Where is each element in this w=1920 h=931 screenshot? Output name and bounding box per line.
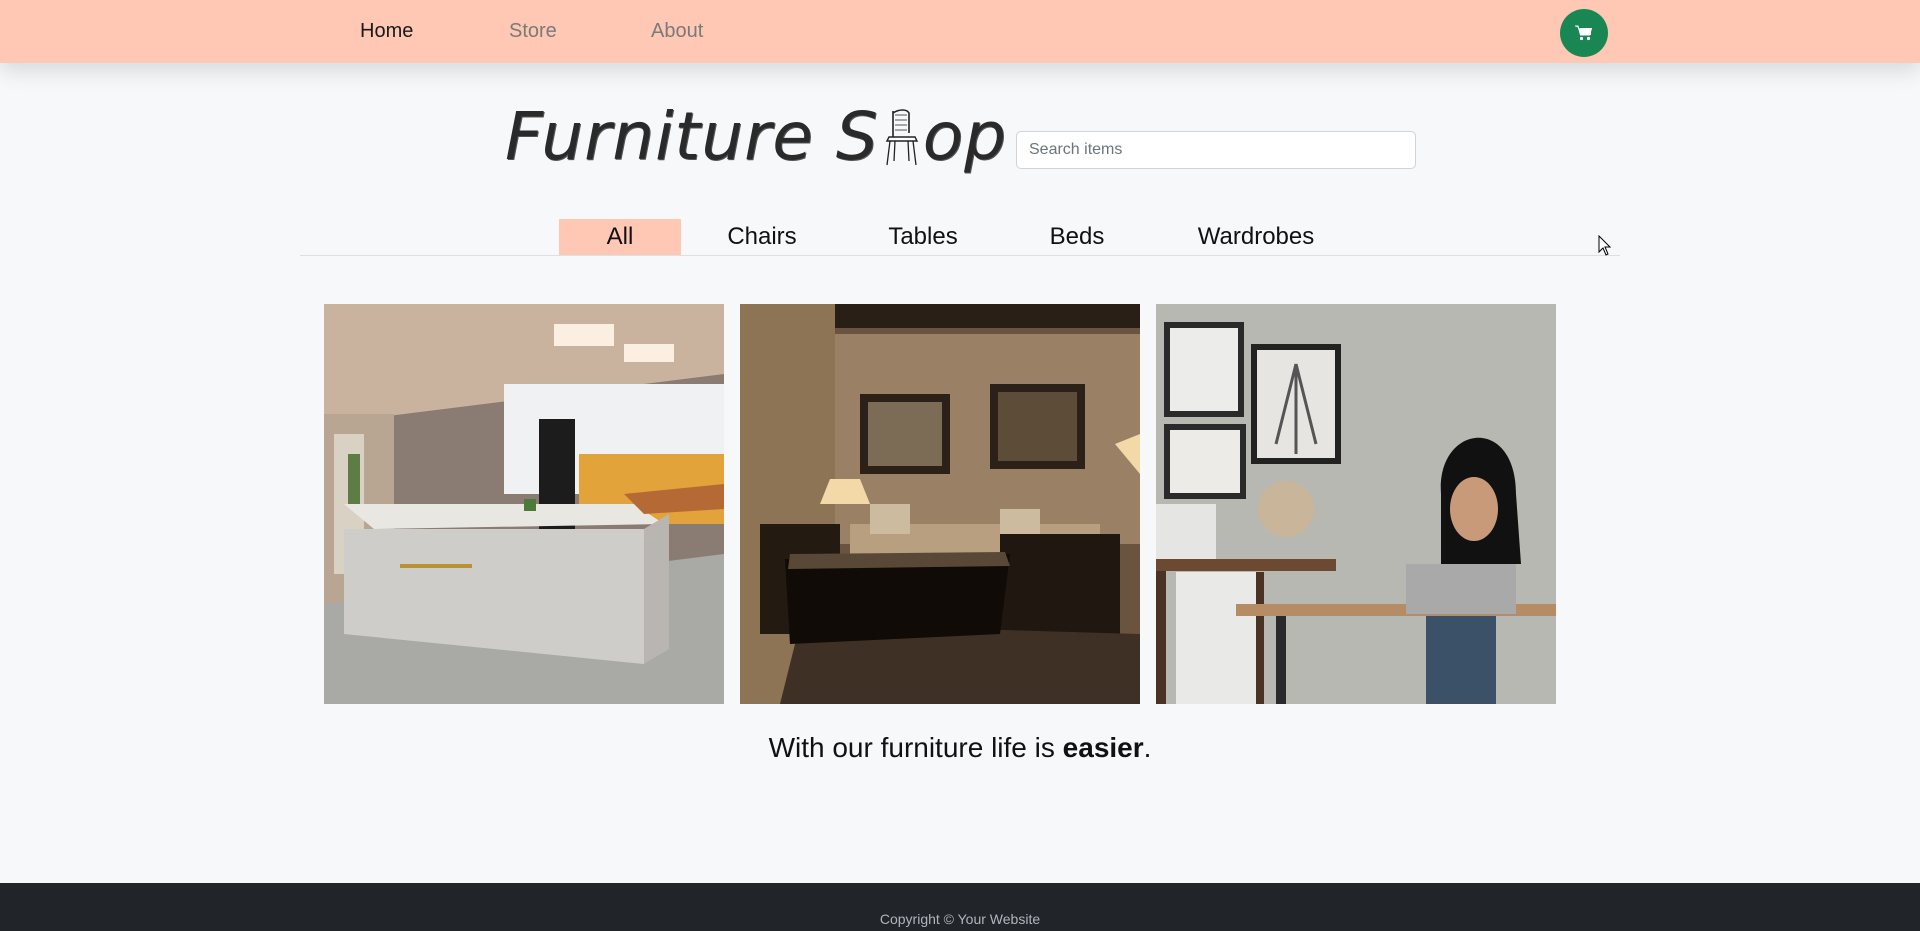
search-input[interactable] xyxy=(1016,131,1416,169)
tagline-suffix: . xyxy=(1143,732,1152,763)
tagline-prefix: With our furniture life is xyxy=(768,732,1063,763)
living-room-photo[interactable] xyxy=(740,304,1140,704)
tabs-divider xyxy=(300,255,1620,256)
nav-home-link[interactable]: Home xyxy=(360,20,413,43)
tagline: With our furniture life is easier. xyxy=(0,732,1920,764)
shopping-cart-icon xyxy=(1575,25,1593,41)
tab-wardrobes[interactable]: Wardrobes xyxy=(1183,219,1329,255)
tab-chairs[interactable]: Chairs xyxy=(712,219,812,255)
footer: Copyright © Your Website xyxy=(0,883,1920,931)
nav-store-link[interactable]: Store xyxy=(509,20,557,43)
copyright-text: Copyright © Your Website xyxy=(879,911,1041,927)
tab-beds[interactable]: Beds xyxy=(1027,219,1127,255)
tab-tables[interactable]: Tables xyxy=(873,219,973,255)
navbar: Home Store About xyxy=(0,0,1920,63)
nav-about-link[interactable]: About xyxy=(651,20,703,43)
chair-icon xyxy=(885,109,918,166)
tagline-emphasis: easier xyxy=(1062,732,1144,763)
mouse-pointer-icon xyxy=(1598,235,1612,256)
home-office-photo[interactable] xyxy=(1156,304,1556,704)
cart-button[interactable] xyxy=(1560,9,1608,57)
site-logo[interactable]: Furniture S op xyxy=(505,98,1007,175)
logo-text-right: op xyxy=(922,98,1008,175)
tab-all[interactable]: All xyxy=(559,219,681,255)
kitchen-photo[interactable] xyxy=(324,304,724,704)
logo-text-left: Furniture S xyxy=(505,98,879,175)
